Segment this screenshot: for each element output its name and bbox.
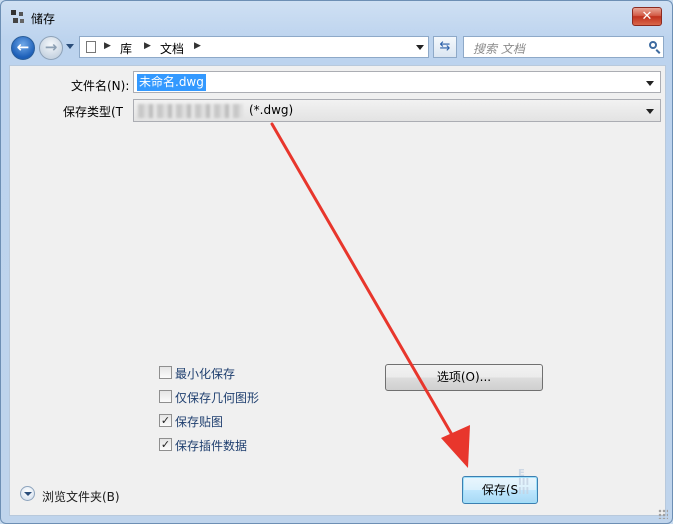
forward-button[interactable]: →: [39, 36, 63, 60]
close-button[interactable]: ✕: [632, 7, 662, 26]
checkbox-box[interactable]: [159, 390, 172, 403]
window-title: 储存: [31, 12, 56, 26]
watermark-logo: E III III: [518, 468, 530, 497]
expand-folders-icon[interactable]: [20, 486, 35, 501]
title-bar: 储存 ✕: [1, 1, 672, 33]
resize-grip-icon[interactable]: [658, 509, 668, 519]
chevron-down-icon[interactable]: [646, 81, 654, 86]
breadcrumb-documents[interactable]: 文档: [160, 40, 184, 57]
breadcrumb-separator-icon[interactable]: ▶: [194, 41, 201, 51]
checkbox-label[interactable]: 仅保存几何图形: [175, 389, 259, 406]
options-button[interactable]: 选项(O)...: [385, 364, 543, 391]
breadcrumb-separator-icon[interactable]: ▶: [144, 41, 151, 51]
filename-field[interactable]: 未命名.dwg: [133, 71, 661, 93]
search-input[interactable]: 搜索 文档: [463, 36, 664, 58]
save-dialog: 储存 ✕ ← → ▶ 库 ▶ 文档 ▶ ⇆ 搜索 文档 文件名(N): 未命名.…: [0, 0, 673, 524]
filetype-value: (*.dwg): [249, 103, 294, 117]
app-icon: [11, 10, 25, 24]
chevron-down-icon[interactable]: [416, 45, 424, 50]
search-icon[interactable]: [649, 41, 657, 49]
redacted-filetype-name: [138, 104, 243, 118]
search-placeholder: 搜索 文档: [473, 42, 525, 56]
refresh-button[interactable]: ⇆: [433, 36, 457, 58]
breadcrumb-separator-icon[interactable]: ▶: [104, 41, 111, 51]
checkbox-box[interactable]: [159, 366, 172, 379]
checkbox-label[interactable]: 保存贴图: [175, 413, 223, 430]
dialog-body: [9, 65, 666, 516]
chevron-down-icon[interactable]: [646, 109, 654, 114]
breadcrumb-library[interactable]: 库: [120, 40, 132, 57]
back-button[interactable]: ←: [11, 36, 35, 60]
address-bar[interactable]: ▶ 库 ▶ 文档 ▶: [79, 36, 429, 58]
filetype-select[interactable]: (*.dwg): [133, 99, 661, 122]
browse-folders-link[interactable]: 浏览文件夹(B): [42, 488, 120, 505]
checkbox-label[interactable]: 最小化保存: [175, 365, 235, 382]
checkbox-label[interactable]: 保存插件数据: [175, 437, 247, 454]
checkbox-box[interactable]: ✓: [159, 438, 172, 451]
filename-value[interactable]: 未命名.dwg: [137, 74, 206, 91]
folder-location-icon: [86, 41, 96, 53]
checkbox-box[interactable]: ✓: [159, 414, 172, 427]
filetype-label: 保存类型(T: [63, 105, 124, 119]
recent-locations-dropdown-icon[interactable]: [66, 44, 74, 49]
filename-label: 文件名(N):: [71, 79, 130, 93]
